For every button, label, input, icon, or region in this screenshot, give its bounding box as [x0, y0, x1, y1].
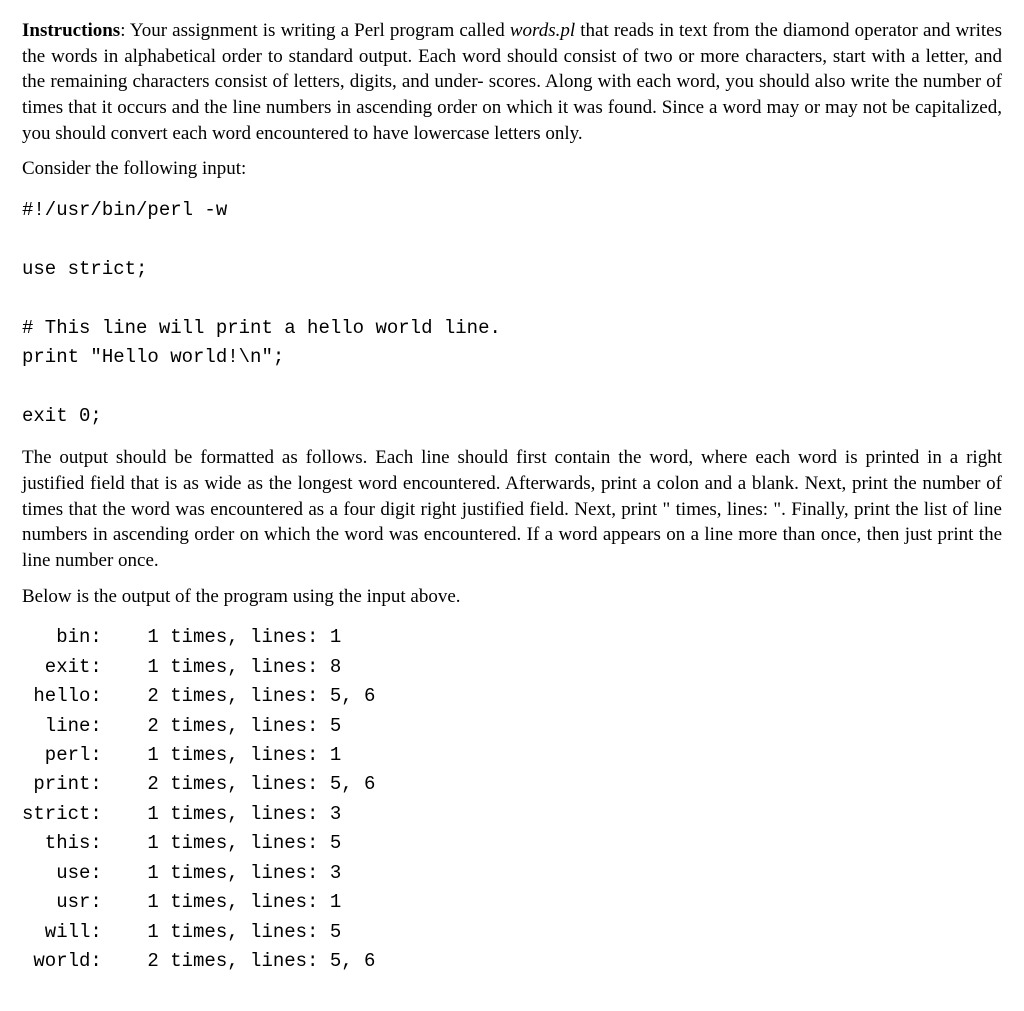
instructions-paragraph: Instructions: Your assignment is writing… — [22, 18, 1002, 146]
filename: words.pl — [510, 20, 575, 41]
below-output-text: Below is the output of the program using… — [22, 584, 1002, 610]
input-code: #!/usr/bin/perl -w use strict; # This li… — [22, 196, 1002, 432]
instructions-sep: : — [120, 20, 130, 41]
output-code-block: bin: 1 times, lines: 1 exit: 1 times, li… — [22, 623, 1002, 976]
output-code: bin: 1 times, lines: 1 exit: 1 times, li… — [22, 623, 1002, 976]
output-format-paragraph: The output should be formatted as follow… — [22, 445, 1002, 573]
input-code-block: #!/usr/bin/perl -w use strict; # This li… — [22, 196, 1002, 432]
consider-input-text: Consider the following input: — [22, 156, 1002, 182]
instructions-text-1: Your assignment is writing a Perl progra… — [130, 20, 510, 41]
instructions-label: Instructions — [22, 20, 120, 41]
